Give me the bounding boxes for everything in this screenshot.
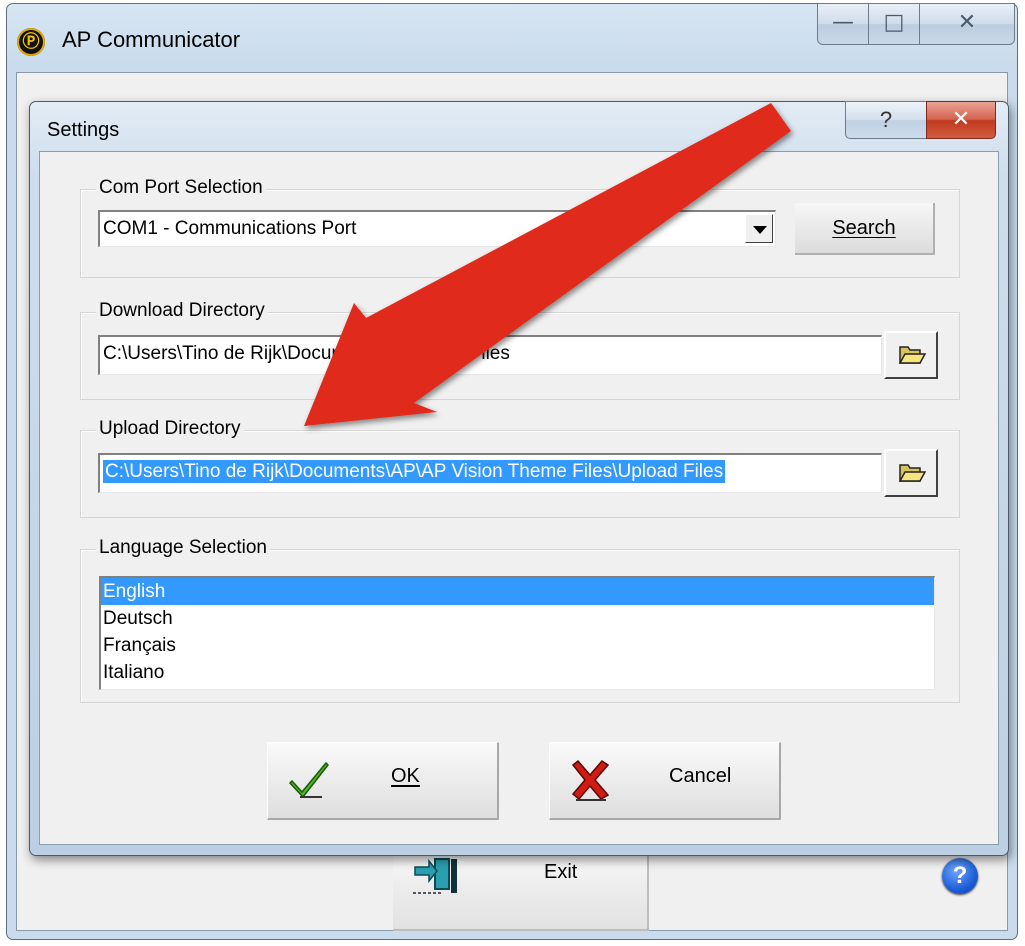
minimize-button[interactable]: — bbox=[817, 3, 869, 45]
search-button-label: Search bbox=[832, 217, 896, 239]
upload-directory-value: C:\Users\Tino de Rijk\Documents\AP\AP Vi… bbox=[103, 460, 726, 483]
question-icon: ? bbox=[879, 107, 893, 132]
cross-icon bbox=[571, 759, 610, 801]
folder-open-icon bbox=[898, 464, 926, 482]
dialog-help-button[interactable]: ? bbox=[845, 101, 927, 139]
exit-label: Exit bbox=[544, 861, 578, 883]
com-port-value: COM1 - Communications Port bbox=[103, 218, 357, 239]
language-list[interactable]: English Deutsch Français Italiano bbox=[99, 576, 935, 690]
folder-open-icon bbox=[898, 346, 926, 364]
upload-directory-group: Upload Directory C:\Users\Tino de Rijk\D… bbox=[80, 417, 960, 518]
download-directory-group: Download Directory C:\Users\Tino de Rijk… bbox=[80, 299, 960, 400]
exit-button[interactable]: Exit bbox=[393, 847, 649, 931]
com-port-group-label: Com Port Selection bbox=[96, 176, 266, 200]
dialog-title: Settings bbox=[47, 119, 120, 141]
upload-browse-button[interactable] bbox=[884, 449, 938, 497]
close-icon: ✕ bbox=[957, 10, 977, 35]
settings-dialog: Settings ? ✕ Com Port Selection COM1 - C… bbox=[29, 101, 1009, 856]
help-icon[interactable]: ? bbox=[942, 858, 978, 894]
language-group: Language Selection English Deutsch Franç… bbox=[80, 536, 960, 703]
checkmark-icon bbox=[288, 761, 329, 799]
com-port-select[interactable]: COM1 - Communications Port bbox=[98, 210, 776, 247]
close-icon: ✕ bbox=[951, 107, 971, 132]
window-title: AP Communicator bbox=[62, 27, 241, 52]
dialog-client-area: Com Port Selection COM1 - Communications… bbox=[39, 151, 999, 845]
search-button[interactable]: Search bbox=[795, 203, 935, 255]
minimize-icon: — bbox=[832, 10, 854, 35]
chevron-down-icon[interactable] bbox=[745, 214, 773, 243]
close-button[interactable]: ✕ bbox=[919, 3, 1015, 45]
download-directory-label: Download Directory bbox=[96, 299, 268, 323]
dialog-close-button[interactable]: ✕ bbox=[926, 101, 996, 139]
cancel-button[interactable]: Cancel bbox=[549, 742, 781, 820]
download-browse-button[interactable] bbox=[884, 331, 938, 379]
upload-directory-label: Upload Directory bbox=[96, 417, 244, 441]
language-option-italiano[interactable]: Italiano bbox=[101, 659, 934, 686]
download-directory-field[interactable]: C:\Users\Tino de Rijk\Documents\APD Log … bbox=[98, 335, 882, 375]
download-directory-value: C:\Users\Tino de Rijk\Documents\APD Log … bbox=[103, 343, 510, 364]
language-option-english[interactable]: English bbox=[101, 578, 934, 605]
maximize-icon: □ bbox=[883, 10, 905, 35]
ok-label: OK bbox=[391, 765, 420, 787]
cancel-label: Cancel bbox=[669, 765, 732, 787]
app-logo-icon: Ⓟ bbox=[17, 28, 45, 56]
exit-door-icon bbox=[413, 858, 457, 894]
language-option-francais[interactable]: Français bbox=[101, 632, 934, 659]
ok-button[interactable]: OK bbox=[267, 742, 499, 820]
language-group-label: Language Selection bbox=[96, 536, 270, 560]
language-option-deutsch[interactable]: Deutsch bbox=[101, 605, 934, 632]
com-port-group: Com Port Selection COM1 - Communications… bbox=[80, 176, 960, 278]
maximize-button[interactable]: □ bbox=[868, 3, 920, 45]
upload-directory-field[interactable]: C:\Users\Tino de Rijk\Documents\AP\AP Vi… bbox=[98, 453, 882, 493]
